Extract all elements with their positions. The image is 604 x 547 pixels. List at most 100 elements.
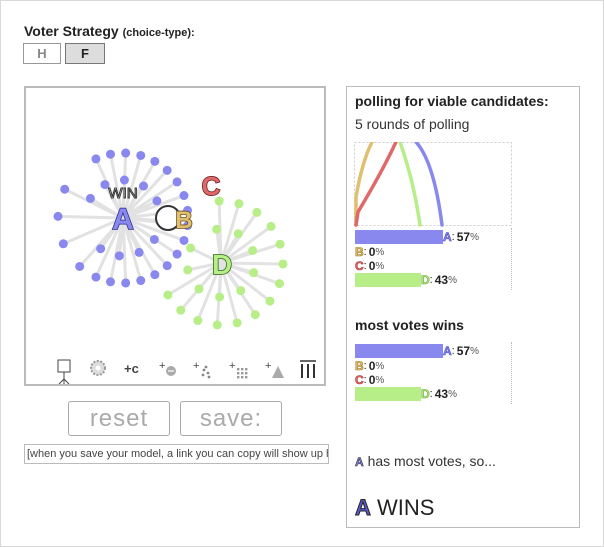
polling-row-c: C: 0% bbox=[355, 259, 385, 274]
add-voter-cloud-icon[interactable]: + bbox=[193, 360, 211, 379]
voter-dot bbox=[150, 156, 160, 166]
final-value: 0 bbox=[368, 359, 376, 373]
results-panel: polling for viable candidates: 5 rounds … bbox=[346, 86, 580, 528]
strategy-title: Voter Strategy (choice-type): bbox=[24, 23, 195, 39]
strategy-button-h[interactable]: H bbox=[23, 43, 61, 64]
voter-lines bbox=[57, 152, 284, 325]
voter-dot bbox=[91, 154, 101, 164]
voter-dot bbox=[233, 229, 243, 239]
voter-dot bbox=[236, 286, 246, 296]
voter-dot bbox=[162, 165, 172, 175]
save-button[interactable]: save: bbox=[180, 401, 282, 436]
final-divider bbox=[511, 342, 512, 404]
final-bar-a bbox=[355, 344, 443, 358]
voter-dot bbox=[105, 277, 115, 287]
polling-value: 43 bbox=[434, 273, 449, 287]
svg-text:+c: +c bbox=[124, 361, 139, 376]
voter-dot bbox=[215, 292, 225, 302]
strategy-title-text: Voter Strategy bbox=[24, 23, 119, 39]
candidate-d[interactable]: D bbox=[211, 248, 233, 281]
polling-row-b: B: 0% bbox=[355, 245, 385, 260]
reset-button[interactable]: reset bbox=[68, 401, 170, 436]
final-row-b: B: 0% bbox=[355, 359, 385, 374]
voter-dot bbox=[91, 272, 101, 282]
save-link-field[interactable]: [when you save your model, a link you ca… bbox=[24, 444, 329, 464]
final-row-d: D: 43% bbox=[355, 387, 457, 401]
columns-icon[interactable] bbox=[300, 360, 316, 378]
voter-dot bbox=[172, 177, 182, 187]
voter-dot bbox=[60, 184, 70, 194]
polling-rounds: 5 rounds of polling bbox=[355, 116, 470, 132]
voter-dot bbox=[275, 239, 285, 249]
voter-dot bbox=[278, 259, 288, 269]
add-voter-icon[interactable]: + bbox=[159, 360, 176, 376]
polling-bar-a bbox=[355, 230, 443, 244]
add-triangle-icon[interactable]: + bbox=[265, 360, 284, 378]
voter-dot bbox=[186, 243, 196, 253]
polling-line-c bbox=[354, 142, 398, 227]
simulation-canvas[interactable]: WIN A B C D +c + + + + bbox=[24, 86, 326, 386]
voter-dot bbox=[149, 234, 159, 244]
add-voter-grid-icon[interactable]: + bbox=[229, 360, 248, 379]
final-letter: A bbox=[443, 344, 452, 359]
strategy-buttons: H F bbox=[23, 43, 109, 64]
voter-dot bbox=[136, 276, 146, 286]
polling-bar-d bbox=[355, 273, 421, 287]
final-title: most votes wins bbox=[355, 317, 464, 333]
polling-value: 57 bbox=[456, 230, 471, 244]
voter-dot bbox=[162, 261, 172, 271]
voter-dot bbox=[250, 310, 260, 320]
polling-divider bbox=[511, 228, 512, 290]
gear-icon[interactable] bbox=[90, 360, 106, 376]
win-label: WIN bbox=[108, 185, 137, 202]
final-value: 43 bbox=[434, 387, 449, 401]
voter-dot bbox=[114, 251, 124, 261]
voter-dot bbox=[252, 207, 262, 217]
most-votes-text: has most votes, so... bbox=[367, 453, 496, 469]
svg-text:+: + bbox=[265, 360, 271, 372]
pin-icon[interactable] bbox=[57, 359, 71, 384]
voter-dot bbox=[194, 284, 204, 294]
voter-dot bbox=[274, 279, 284, 289]
polling-letter: A bbox=[443, 230, 452, 245]
voter-dot bbox=[53, 211, 63, 221]
voter-dot bbox=[212, 320, 222, 330]
voter-dot bbox=[139, 181, 149, 191]
voter-dot bbox=[265, 296, 275, 306]
polling-row-a: A: 57% bbox=[355, 230, 479, 244]
final-value: 57 bbox=[456, 344, 471, 358]
svg-text:+: + bbox=[229, 360, 235, 372]
voter-dot bbox=[136, 150, 146, 160]
polling-letter: B bbox=[355, 245, 364, 260]
voter-map[interactable]: WINA BC D +c + + + + bbox=[26, 88, 324, 384]
candidate-a[interactable]: A bbox=[111, 202, 134, 237]
final-letter: D bbox=[421, 387, 430, 402]
polling-title: polling for viable candidates: bbox=[355, 93, 549, 109]
voter-dot bbox=[179, 191, 189, 201]
polling-value: 0 bbox=[368, 259, 376, 273]
voter-dot bbox=[152, 196, 162, 206]
final-row-a: A: 57% bbox=[355, 344, 479, 358]
candidate-c[interactable]: C bbox=[201, 170, 222, 202]
svg-text:+: + bbox=[193, 360, 199, 372]
final-letter: C bbox=[355, 373, 364, 388]
voter-dot bbox=[234, 199, 244, 209]
voter-dot bbox=[121, 278, 131, 288]
winner-line: A WINS bbox=[355, 495, 435, 521]
polling-line-d bbox=[398, 142, 422, 227]
winner-text: WINS bbox=[377, 495, 435, 520]
strategy-button-f[interactable]: F bbox=[65, 43, 105, 64]
voter-dot bbox=[58, 239, 68, 249]
voter-dot bbox=[232, 318, 242, 328]
voter-dot bbox=[75, 261, 85, 271]
voter-dot bbox=[193, 316, 203, 326]
voter-dot bbox=[183, 265, 193, 275]
voter-dot bbox=[119, 175, 129, 185]
voter-dot bbox=[105, 149, 115, 159]
most-votes-letter: A bbox=[355, 455, 364, 470]
voter-dot bbox=[134, 247, 144, 257]
voter-dot bbox=[212, 224, 222, 234]
polling-value: 0 bbox=[368, 245, 376, 259]
candidate-b[interactable]: B bbox=[175, 206, 194, 235]
add-candidate-icon[interactable]: +c bbox=[124, 361, 139, 376]
